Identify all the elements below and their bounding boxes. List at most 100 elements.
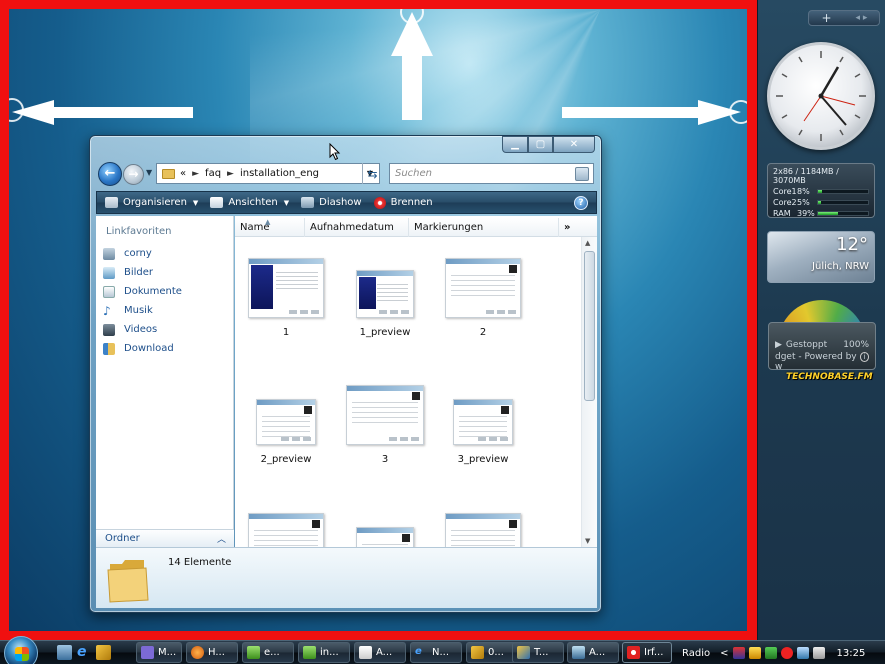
start-button[interactable] [4,636,38,664]
sidebar-nav-button[interactable]: ◂ ▸ [844,11,879,25]
folder-large-icon [107,560,149,603]
clock-time[interactable]: 13:25 [837,648,866,659]
notepad-icon [247,646,260,659]
taskbar-button[interactable]: e N... [410,642,462,663]
recent-pages-dropdown-icon[interactable]: ▼ [146,168,152,177]
file-item[interactable] [337,527,433,547]
radio-toolbar-label[interactable]: Radio [682,648,710,659]
weather-temperature: 12° [836,234,868,255]
address-overflow[interactable]: « [180,168,186,179]
show-desktop-icon[interactable] [57,645,72,660]
file-item[interactable] [435,513,531,547]
breadcrumb-faq[interactable]: faq [205,168,221,179]
crumb-separator-icon[interactable]: ► [192,169,199,179]
caption-buttons: ▁ ▢ ✕ [502,136,595,153]
refresh-icon[interactable]: ⇆ [362,163,382,184]
weather-gadget[interactable]: 12° Jülich, NRW [767,231,875,283]
documents-icon [103,285,115,298]
item-count: 14 Elemente [168,557,232,568]
burn-button[interactable]: Brennen [373,196,433,209]
taskbar-button[interactable]: in... [298,642,350,663]
file-item[interactable]: 3_preview [435,399,531,465]
address-bar[interactable]: « ► faq ► installation_eng ▼ [156,163,380,184]
taskbar-button[interactable]: A... [567,642,619,663]
taskbar-button[interactable]: H... [186,642,238,663]
forward-button[interactable]: → [123,164,144,185]
column-name[interactable]: ▲ Name [235,218,305,237]
tray-app-icon[interactable] [764,647,777,659]
volume-icon[interactable] [812,647,825,659]
arrow-right-icon [562,100,741,125]
antivirus-icon[interactable] [780,647,793,659]
sidebar-add-gadget-button[interactable]: + [809,11,844,25]
messenger-icon [141,646,154,659]
switch-windows-icon[interactable] [96,645,111,660]
taskbar-button[interactable]: A... [354,642,406,663]
radio-panel: ▶ Gestoppt 100% dget - Powered by w i [768,322,876,372]
file-item[interactable] [238,513,334,547]
cpu-meter-gadget[interactable]: 2x86 / 1184MB / 3070MB Core1 8% Core2 5%… [767,163,875,218]
internet-explorer-icon[interactable]: e [77,645,92,660]
irfanview-icon [627,646,640,659]
radio-gadget[interactable]: ▶ Gestoppt 100% dget - Powered by w i TE… [768,300,876,400]
more-columns-button[interactable]: » [559,218,581,237]
scroll-down-icon[interactable]: ▼ [585,537,590,545]
pictures-icon [103,266,115,279]
back-button[interactable]: ← [98,162,122,186]
tray-app-icon[interactable] [748,647,761,659]
nav-item-musik[interactable]: ♪ Musik [96,301,233,320]
language-icon[interactable] [732,647,745,659]
file-item[interactable]: 3 [337,385,433,465]
user-folder-icon [103,247,115,260]
file-item[interactable]: 2 [435,258,531,338]
cpu-bar [817,189,869,194]
clock-gadget[interactable] [767,42,875,150]
file-item[interactable]: 2_preview [238,399,334,465]
column-date[interactable]: Aufnahmedatum [305,218,409,237]
folders-toggle[interactable]: Ordner ︿ [96,529,234,547]
taskbar-button[interactable]: e... [242,642,294,663]
chevron-left-icon[interactable]: < [720,648,728,659]
vertical-scrollbar[interactable]: ▲ ▼ [581,237,597,547]
network-icon[interactable] [796,647,809,659]
taskbar-button[interactable]: T... [512,642,564,663]
search-input[interactable]: Suchen [389,163,594,184]
nav-item-download[interactable]: Download [96,339,233,358]
nav-item-videos[interactable]: Videos [96,320,233,339]
maximize-button[interactable]: ▢ [528,136,553,153]
views-button[interactable]: Ansichten ▼ [210,197,289,208]
meter-fill [818,201,821,204]
breadcrumb-installation-eng[interactable]: installation_eng [240,168,319,179]
thumbnail [445,513,521,547]
column-tags[interactable]: Markierungen [409,218,559,237]
help-icon[interactable]: ? [574,195,588,210]
radio-play-icon[interactable]: ▶ [775,340,782,350]
nav-item-bilder[interactable]: Bilder [96,263,233,282]
crumb-separator-icon[interactable]: ► [227,169,234,179]
taskbar-button-active[interactable]: Irf... [622,642,672,663]
tool-icon [471,646,484,659]
file-item[interactable]: 1 [238,258,334,338]
file-item[interactable]: 1_preview [337,270,433,338]
nav-item-dokumente[interactable]: Dokumente [96,282,233,301]
meter-fill [818,212,838,215]
cpu-row-core1: Core1 8% [773,187,869,196]
taskbar-button[interactable]: M... [136,642,182,663]
taskbar-button[interactable]: 0... [466,642,518,663]
search-icon[interactable] [575,167,589,181]
music-icon: ♪ [103,303,111,318]
thumbnail [248,258,324,318]
radio-info-icon[interactable]: i [859,352,869,362]
nav-item-corny[interactable]: corny [96,244,233,263]
sort-arrow-icon: ▲ [265,218,271,226]
minimize-button[interactable]: ▁ [502,136,528,153]
meter-fill [818,190,822,193]
ram-bar [817,211,869,216]
organize-button[interactable]: Organisieren ▼ [105,197,198,208]
scroll-up-icon[interactable]: ▲ [585,239,590,247]
thumbnail [356,270,414,318]
explorer-window[interactable]: ▁ ▢ ✕ ← → ▼ « ► faq ► installation_eng ▼… [89,135,602,613]
slideshow-button[interactable]: Diashow [301,197,362,208]
scrollbar-thumb[interactable] [584,251,595,401]
close-button[interactable]: ✕ [553,136,595,153]
